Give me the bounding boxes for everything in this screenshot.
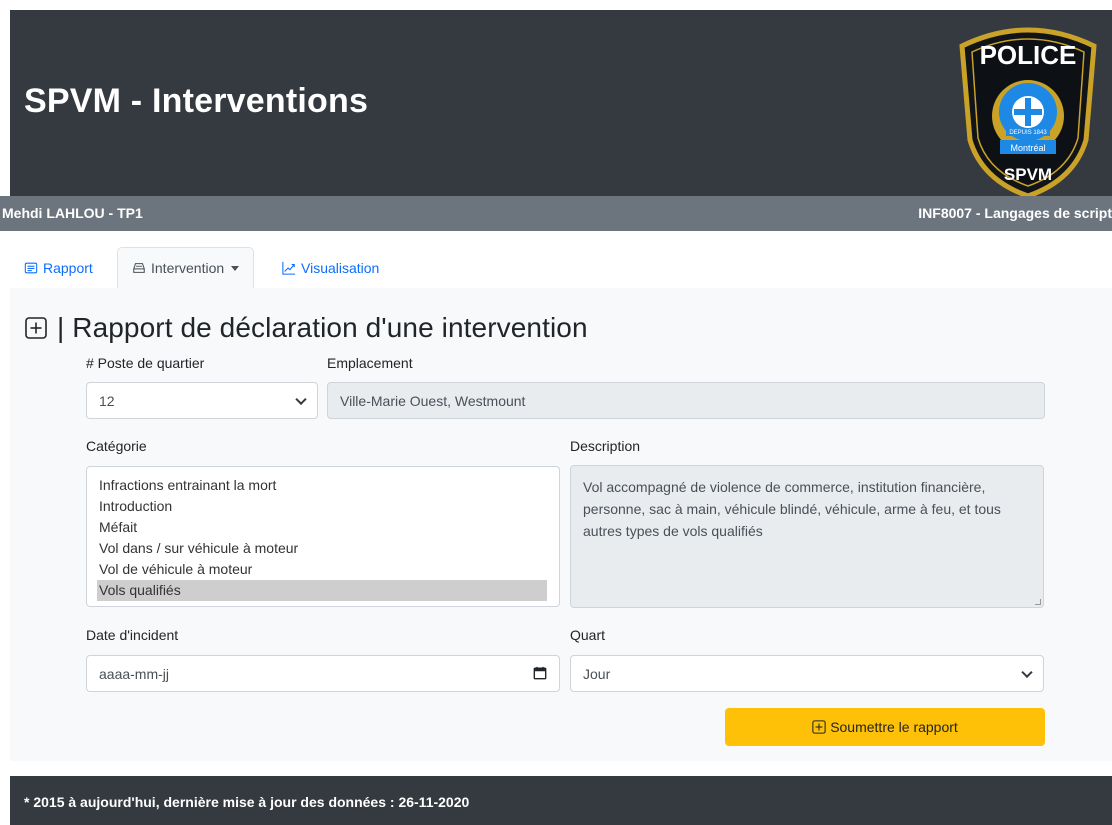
badge-since-text: DEPUIS 1843	[1009, 130, 1047, 136]
chevron-down-icon	[231, 265, 240, 271]
list-item[interactable]: Méfait	[97, 517, 549, 538]
badge-bottom-text: SPVM	[1004, 165, 1052, 184]
badge-city-text: Montréal	[1010, 143, 1045, 153]
tab-rapport[interactable]: Rapport	[24, 247, 93, 288]
date-input[interactable]: aaaa-mm-jj	[86, 655, 560, 692]
poste-label: # Poste de quartier	[86, 355, 205, 371]
description-value: Vol accompagné de violence de commerce, …	[583, 479, 1001, 539]
description-textarea: Vol accompagné de violence de commerce, …	[570, 465, 1044, 608]
quart-value: Jour	[583, 665, 611, 682]
calendar-icon[interactable]	[533, 666, 547, 680]
plus-square-icon	[812, 720, 826, 734]
resize-handle-icon[interactable]	[1035, 599, 1041, 605]
app-title: SPVM - Interventions	[24, 82, 369, 120]
categorie-label: Catégorie	[86, 438, 147, 454]
list-item[interactable]: Vol dans / sur véhicule à moteur	[97, 538, 549, 559]
graph-up-icon	[282, 261, 296, 275]
tab-visualisation[interactable]: Visualisation	[282, 247, 379, 288]
course-name: INF8007 - Langages de script	[918, 205, 1112, 221]
tray-icon	[133, 263, 145, 273]
tab-intervention-label: Intervention	[151, 260, 225, 276]
date-placeholder: aaaa-mm-jj	[99, 665, 170, 682]
student-name: Mehdi LAHLOU - TP1	[2, 205, 143, 221]
spvm-badge-logo: POLICE DEPUIS 1843 Montréal SPVM	[954, 20, 1102, 199]
tab-intervention[interactable]: Intervention	[117, 247, 255, 289]
list-item-selected[interactable]: Vols qualifiés	[97, 580, 547, 601]
badge-top-text: POLICE	[980, 40, 1077, 70]
page-footer: * 2015 à aujourd'hui, dernière mise à jo…	[10, 776, 1112, 825]
date-label: Date d'incident	[86, 627, 179, 643]
list-item[interactable]: Infractions entrainant la mort	[97, 475, 549, 496]
submit-report-button[interactable]: Soumettre le rapport	[725, 708, 1045, 746]
tab-visualisation-label: Visualisation	[301, 259, 380, 276]
poste-select[interactable]: 12	[86, 382, 318, 419]
emplacement-label: Emplacement	[327, 355, 413, 371]
plus-square-icon	[25, 317, 47, 339]
quart-select[interactable]: Jour	[570, 655, 1044, 692]
emplacement-value: Ville-Marie Ouest, Westmount	[340, 392, 526, 409]
info-bar: Mehdi LAHLOU - TP1 INF8007 - Langages de…	[0, 196, 1112, 231]
app-header: SPVM - Interventions POLICE DEPUIS 1843 …	[10, 10, 1112, 199]
list-item[interactable]: Vol de véhicule à moteur	[97, 559, 549, 580]
quart-label: Quart	[570, 627, 606, 643]
description-label: Description	[570, 438, 641, 454]
tab-rapport-label: Rapport	[43, 259, 93, 276]
report-icon	[24, 262, 38, 273]
form-header: | Rapport de déclaration d'une intervent…	[25, 312, 588, 344]
submit-label: Soumettre le rapport	[830, 719, 958, 735]
footer-text: * 2015 à aujourd'hui, dernière mise à jo…	[24, 794, 470, 810]
poste-value: 12	[99, 392, 115, 409]
form-title: | Rapport de déclaration d'une intervent…	[57, 312, 588, 343]
list-item[interactable]: Introduction	[97, 496, 549, 517]
emplacement-field: Ville-Marie Ouest, Westmount	[327, 382, 1045, 419]
chevron-down-icon	[1021, 666, 1033, 678]
categorie-listbox[interactable]: Infractions entrainant la mort Introduct…	[86, 466, 560, 607]
chevron-down-icon	[295, 393, 307, 405]
